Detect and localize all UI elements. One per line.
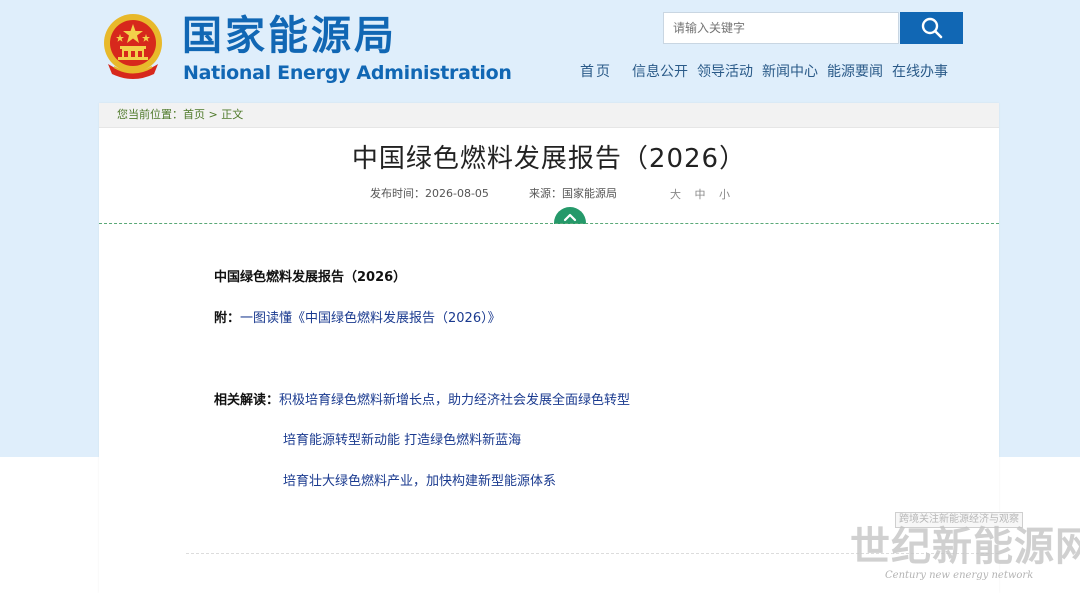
watermark-english: Century new energy network [885,570,1034,581]
national-emblem-icon [104,14,162,79]
attachment-label: 附： [214,311,241,326]
nav-home[interactable]: 首页 [580,62,612,82]
publish-time: 发布时间：2026-08-05 [370,186,489,202]
search-button[interactable] [900,12,963,44]
collapse-toggle[interactable] [554,207,586,224]
attachment-link[interactable]: 一图读懂《中国绿色燃料发展报告（2026）》 [240,311,501,326]
source-value: 国家能源局 [562,187,617,200]
font-size-small[interactable]: 小 [719,188,730,201]
breadcrumb: 您当前位置：首页 > 正文 [99,103,999,128]
related-link-1[interactable]: 积极培育绿色燃料新增长点，助力经济社会发展全面绿色转型 [279,393,630,408]
breadcrumb-separator: > [205,108,222,121]
font-size-large[interactable]: 大 [670,188,681,201]
font-size-switcher: 大 中 小 [670,186,740,202]
font-size-medium[interactable]: 中 [695,188,706,201]
related-link-3[interactable]: 培育壮大绿色燃料产业，加快构建新型能源体系 [283,473,556,491]
nav-energy-news[interactable]: 能源要闻 [827,62,883,82]
nav-leadership[interactable]: 领导活动 [697,62,753,82]
attachment-line: 附：一图读懂《中国绿色燃料发展报告（2026）》 [214,310,501,328]
article-title: 中国绿色燃料发展报告（2026） [351,144,747,174]
breadcrumb-home[interactable]: 首页 [183,108,205,121]
publish-date: 2026-08-05 [425,187,489,200]
source-label: 来源： [529,187,562,200]
site-title[interactable]: 国家能源局 [182,12,397,60]
breadcrumb-current: 正文 [221,108,244,121]
article-source: 来源：国家能源局 [529,186,617,202]
watermark-logo: 世纪新能源网 [850,523,1080,570]
body-title: 中国绿色燃料发展报告（2026） [214,270,407,285]
related-link-2[interactable]: 培育能源转型新动能 打造绿色燃料新蓝海 [283,432,521,450]
related-label: 相关解读： [214,393,280,408]
nav-news-center[interactable]: 新闻中心 [762,62,818,82]
search-input[interactable] [663,12,899,44]
chevron-up-icon [563,213,577,222]
related-line: 相关解读：积极培育绿色燃料新增长点，助力经济社会发展全面绿色转型 [214,392,630,410]
main-nav: 首页 信息公开 领导活动 新闻中心 能源要闻 在线办事 [570,62,957,82]
nav-online-services[interactable]: 在线办事 [892,62,948,82]
site-subtitle: National Energy Administration [183,62,512,84]
search-icon [921,17,942,39]
header-divider [99,223,999,224]
publish-label: 发布时间： [370,187,425,200]
breadcrumb-prefix: 您当前位置： [117,108,183,121]
article-card: 您当前位置：首页 > 正文 中国绿色燃料发展报告（2026） 发布时间：2026… [99,103,999,593]
nav-info-disclosure[interactable]: 信息公开 [632,62,688,82]
